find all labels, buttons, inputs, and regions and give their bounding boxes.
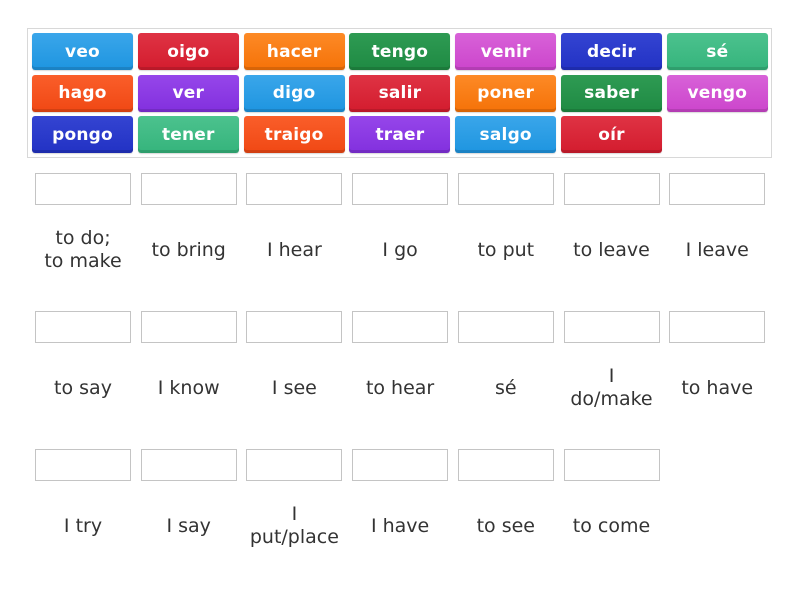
answer-drop-box[interactable] <box>140 173 237 205</box>
answer-drop-box[interactable] <box>246 173 343 205</box>
target-meaning-label: I do/make <box>559 358 665 418</box>
word-tile[interactable]: hago <box>32 74 133 112</box>
word-tile[interactable]: tener <box>137 116 239 154</box>
answer-drop-box[interactable] <box>35 449 131 481</box>
target-meaning-label: to leave <box>559 220 665 280</box>
target-meaning-text: sé <box>495 376 517 399</box>
word-tile[interactable]: oigo <box>137 33 239 70</box>
target-meaning-label: to do; to make <box>30 220 136 280</box>
target-meaning-label: I have <box>347 496 453 556</box>
answer-drop-box[interactable] <box>457 449 554 481</box>
target-meaning-label: I see <box>241 358 347 418</box>
target-meaning-text: I put/place <box>249 503 339 548</box>
target-meaning-text: to hear <box>365 376 435 399</box>
answer-drop-box[interactable] <box>35 311 131 343</box>
target-meaning-text: I know <box>157 376 220 399</box>
target-meaning-label: to have <box>664 358 770 418</box>
answer-drop-box[interactable] <box>352 311 449 343</box>
answer-drop-box[interactable] <box>457 173 554 205</box>
target-meaning-label: to say <box>30 358 136 418</box>
answer-drop-box[interactable] <box>352 173 449 205</box>
target-meaning-label: I say <box>136 496 242 556</box>
target-meaning-text: I try <box>63 514 103 537</box>
target-meaning-label: I leave <box>664 220 770 280</box>
answer-drop-box[interactable] <box>140 449 237 481</box>
target-meaning-text: I have <box>370 514 430 537</box>
word-tile[interactable]: oír <box>561 116 662 154</box>
target-meaning-label: to hear <box>347 358 453 418</box>
target-meaning-label: I hear <box>241 220 347 280</box>
word-tile[interactable]: traer <box>349 116 451 154</box>
target-meaning-text: I hear <box>266 238 322 261</box>
target-meaning-label: I know <box>136 358 242 418</box>
answer-drop-box[interactable] <box>35 173 131 205</box>
target-meaning-label: sé <box>453 358 559 418</box>
word-tile[interactable]: saber <box>561 74 662 112</box>
answer-drop-box[interactable] <box>352 449 449 481</box>
target-meaning-label: I put/place <box>241 496 347 556</box>
word-tile[interactable]: traigo <box>243 116 345 154</box>
word-tile[interactable]: pongo <box>32 116 133 154</box>
answer-drop-box[interactable] <box>563 449 660 481</box>
word-tile[interactable]: decir <box>561 33 662 70</box>
answer-drop-box[interactable] <box>246 449 343 481</box>
target-meaning-text: to leave <box>573 238 650 261</box>
target-meaning-label: to see <box>453 496 559 556</box>
answer-drop-box[interactable] <box>140 311 237 343</box>
answer-drop-box[interactable] <box>563 173 660 205</box>
target-meaning-label: I go <box>347 220 453 280</box>
target-meaning-label: to come <box>559 496 665 556</box>
word-tile[interactable]: digo <box>243 74 345 112</box>
target-meaning-text: to bring <box>151 238 226 261</box>
answer-drop-box[interactable] <box>563 311 660 343</box>
word-tile[interactable]: veo <box>32 33 133 70</box>
target-meaning-text: I do/make <box>570 365 653 410</box>
target-meaning-text: I go <box>382 238 418 261</box>
word-tile[interactable]: venir <box>455 33 557 70</box>
target-meaning-label: to bring <box>136 220 242 280</box>
answer-drop-box[interactable] <box>669 311 766 343</box>
word-tile[interactable]: hacer <box>243 33 345 70</box>
answer-drop-box[interactable] <box>669 173 766 205</box>
word-tile[interactable]: vengo <box>666 74 768 112</box>
target-meaning-text: I see <box>271 376 317 399</box>
target-meaning-label: I try <box>30 496 136 556</box>
target-meaning-text: I say <box>166 514 211 537</box>
word-tile[interactable]: poner <box>455 74 557 112</box>
target-meaning-text: to come <box>572 514 651 537</box>
word-tile-tray: veo oigo hacer tengo venir decir sé hago ver digo… <box>27 28 772 158</box>
word-tile[interactable]: ver <box>137 74 239 112</box>
target-meaning-text: to have <box>681 376 754 399</box>
target-meaning-text: to put <box>477 238 535 261</box>
answer-drop-box[interactable] <box>246 311 343 343</box>
word-tile[interactable]: tengo <box>349 33 451 70</box>
target-meaning-text: to do; to make <box>44 227 122 272</box>
word-tile[interactable]: salgo <box>455 116 557 154</box>
word-tile[interactable]: sé <box>666 33 768 70</box>
answer-drop-box[interactable] <box>457 311 554 343</box>
target-meaning-label: to put <box>453 220 559 280</box>
word-tile[interactable]: salir <box>349 74 451 112</box>
target-meaning-text: to say <box>54 376 112 399</box>
target-meaning-text: I leave <box>685 238 749 261</box>
target-meaning-text: to see <box>476 514 535 537</box>
